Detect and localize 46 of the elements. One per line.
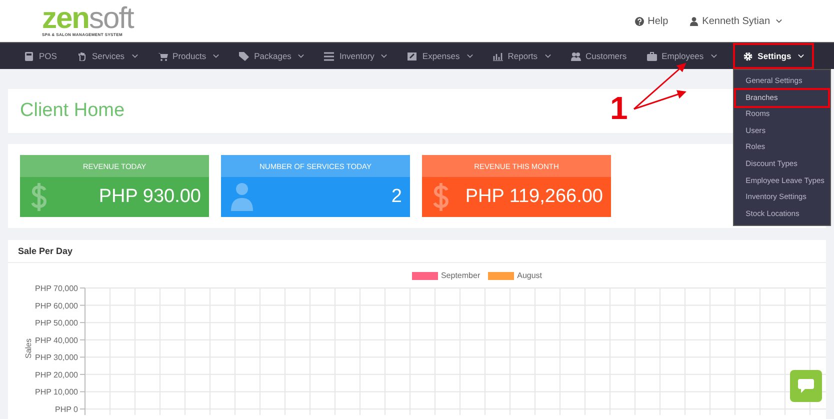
y-tick-label: PHP 50,000 xyxy=(35,318,78,328)
nav-item[interactable]: Inventory xyxy=(320,43,392,69)
help-link[interactable]: Help xyxy=(634,16,668,26)
nav-item[interactable]: Services xyxy=(72,43,142,69)
edit-icon xyxy=(407,52,418,60)
help-icon xyxy=(634,16,644,26)
chat-icon xyxy=(798,379,814,393)
gear-icon xyxy=(742,52,753,60)
legend-label: September xyxy=(440,271,480,280)
y-tick-label: PHP 30,000 xyxy=(35,353,78,362)
chat-button[interactable] xyxy=(790,370,822,402)
stat-value: PHP 119,266.00 xyxy=(465,186,603,208)
stat-value: 2 xyxy=(391,186,402,208)
annotation-number: 1 xyxy=(610,90,628,127)
chart-icon xyxy=(492,52,503,60)
dollar-icon xyxy=(30,182,48,212)
nav-item[interactable]: Expenses xyxy=(403,43,477,69)
nav-item[interactable]: Settings xyxy=(732,43,814,69)
nav-item[interactable]: Customers xyxy=(566,43,631,69)
user-menu[interactable]: Kenneth Sytian xyxy=(690,16,782,26)
users-icon xyxy=(570,52,581,60)
panel-title: Sale Per Day xyxy=(8,240,826,263)
y-tick-label: PHP 60,000 xyxy=(35,301,78,310)
person-icon xyxy=(231,183,253,211)
stat-value: PHP 930.00 xyxy=(98,186,201,208)
y-tick-label: PHP 0 xyxy=(55,405,78,414)
user-icon xyxy=(690,16,698,26)
legend-label: August xyxy=(517,271,542,280)
hand-icon xyxy=(76,52,87,60)
nav-item[interactable]: Packages xyxy=(235,43,308,69)
y-tick-label: PHP 70,000 xyxy=(35,284,78,293)
nav-item[interactable]: Employees xyxy=(642,43,721,69)
cart-icon xyxy=(158,52,168,60)
y-tick-label: PHP 20,000 xyxy=(35,370,78,380)
nav-item[interactable]: Products xyxy=(154,43,224,69)
page-title: Client Home xyxy=(20,100,125,122)
calculator-icon xyxy=(24,52,34,60)
briefcase-icon xyxy=(646,52,657,60)
dollar-icon xyxy=(432,182,450,212)
nav-item[interactable]: Reports xyxy=(488,43,555,69)
tag-icon xyxy=(239,52,250,60)
y-axis-label: Sales xyxy=(24,338,33,358)
y-tick-label: PHP 10,000 xyxy=(35,388,78,397)
list-icon xyxy=(324,52,334,60)
nav-item[interactable]: POS xyxy=(20,43,61,69)
y-tick-label: PHP 40,000 xyxy=(35,336,78,345)
